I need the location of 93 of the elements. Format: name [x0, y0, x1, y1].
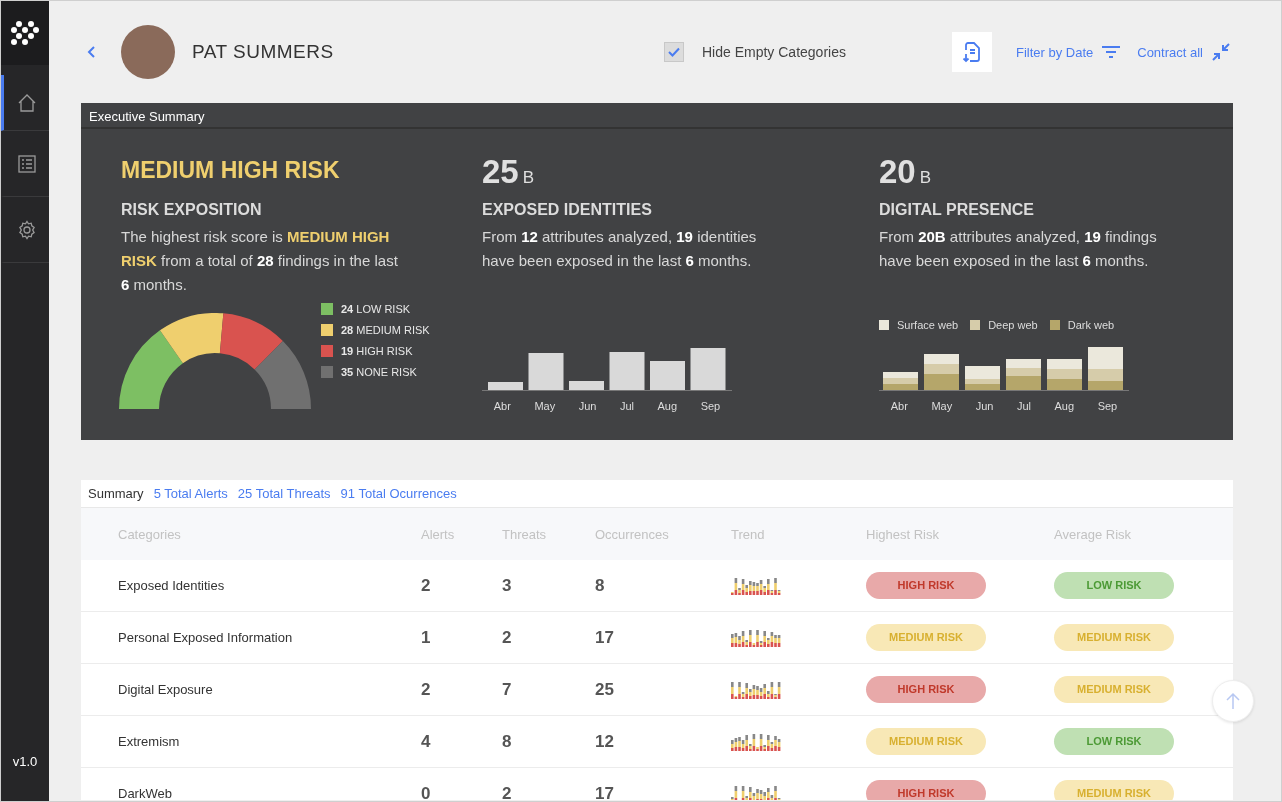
month-label: Aug [1054, 400, 1075, 412]
month-label: May [931, 400, 953, 412]
alerts-cell-text: 1 [421, 627, 432, 648]
checkmark-icon [668, 47, 680, 57]
risk-badge: MEDIUM RISK [866, 728, 986, 755]
month-label: Jul [1016, 400, 1031, 412]
occurrences-cell-text: 17 [595, 783, 615, 800]
category-cell-text: Extremism [118, 734, 181, 749]
arrow-up-icon [1225, 692, 1241, 710]
back-icon [87, 45, 97, 59]
risk-badge: MEDIUM RISK [1054, 624, 1174, 651]
month-label: Jul [619, 400, 634, 412]
risk-badge: LOW RISK [1054, 572, 1174, 599]
column-header: Categories [118, 526, 182, 542]
risk-badge: HIGH RISK [866, 780, 986, 800]
risk-badge: LOW RISK [1054, 728, 1174, 755]
month-label: May [534, 400, 556, 412]
contract-arrows-icon [1211, 42, 1231, 62]
alerts-cell-text: 2 [421, 679, 432, 700]
risk-badge: HIGH RISK [866, 676, 986, 703]
trend-sparkline-drawing [731, 680, 781, 699]
category-cell-text: DarkWeb [118, 786, 173, 800]
threats-cell-text: 7 [502, 679, 513, 700]
presence-description: From 20B attributes analyzed, 19 findings have been exposed in the last 6 months. [879, 227, 1158, 271]
legend-label: 28 MEDIUM RISK [341, 324, 430, 336]
legend-label: Dark web [1067, 319, 1115, 331]
summary-tab[interactable]: 5 Total Alerts [153, 486, 228, 501]
category-cell-text: Digital Exposure [118, 682, 214, 697]
summary-tab[interactable]: 25 Total Threats [237, 486, 331, 501]
filter-icon [1101, 45, 1122, 59]
identities-description: From 12 attributes analyzed, 19 identities have been exposed in the last 6 months. [482, 227, 758, 271]
trend-sparkline-drawing [731, 628, 781, 647]
legend-label: 35 NONE RISK [341, 366, 417, 378]
alerts-cell-text: 2 [421, 575, 432, 596]
month-label: Jun [975, 400, 994, 412]
risk-badge: HIGH RISK [866, 572, 986, 599]
section-heading: DIGITAL PRESENCE [879, 201, 1035, 219]
column-header: Occurrences [595, 526, 670, 542]
trend-sparkline-drawing [731, 732, 781, 751]
summary-tab[interactable]: 91 Total Ocurrences [340, 486, 457, 501]
home-icon [16, 92, 37, 113]
panel-title: Executive Summary [81, 103, 1233, 129]
column-header: Average Risk [1054, 526, 1133, 542]
month-label: Sep [700, 400, 721, 412]
risk-badge: MEDIUM RISK [1054, 676, 1174, 703]
trend-sparkline-drawing [731, 576, 781, 595]
avatar-placeholder [121, 25, 175, 79]
column-header: Highest Risk [866, 526, 940, 542]
occurrences-cell-text: 12 [595, 731, 615, 752]
column-header: Threats [502, 526, 548, 542]
identities-value: 25 B [482, 153, 536, 192]
legend-label: Deep web [988, 319, 1038, 331]
checkbox-label: Hide Empty Categories [702, 44, 846, 60]
threats-cell-text: 2 [502, 627, 513, 648]
document-download-icon [961, 41, 982, 63]
month-label: Abr [493, 400, 511, 412]
occurrences-cell-text: 8 [595, 575, 606, 596]
document-download-button[interactable] [951, 32, 992, 72]
profile-name: PAT SUMMERS [192, 41, 334, 63]
summary-tab[interactable]: Summary [88, 486, 144, 501]
occurrences-cell-text: 25 [595, 679, 615, 700]
column-header: Trend [731, 526, 766, 542]
threats-cell-text: 8 [502, 731, 513, 752]
risk-badge: MEDIUM RISK [866, 624, 986, 651]
checkbox[interactable] [664, 42, 684, 62]
section-heading: EXPOSED IDENTITIES [482, 201, 653, 219]
risk-badge: MEDIUM RISK [1054, 780, 1174, 800]
contract-all-button[interactable]: Contract all [1137, 42, 1231, 62]
trend-sparkline-drawing [731, 784, 781, 800]
section-heading: RISK EXPOSITION [121, 201, 263, 219]
risk-level-title: MEDIUM HIGH RISK [121, 157, 341, 185]
category-cell-text: Exposed Identities [118, 578, 226, 593]
threats-cell-text: 2 [502, 783, 513, 800]
category-cell-text: Personal Exposed Information [118, 630, 294, 645]
alerts-cell-text: 4 [421, 731, 432, 752]
occurrences-cell-text: 17 [595, 627, 615, 648]
month-label: Abr [890, 400, 908, 412]
presence-value: 20 B [879, 153, 933, 192]
legend-label: 19 HIGH RISK [341, 345, 413, 357]
month-label: Sep [1097, 400, 1118, 412]
alerts-cell-text: 0 [421, 783, 432, 800]
month-label: Aug [657, 400, 678, 412]
column-header: Alerts [421, 526, 456, 542]
version-label: v1.0 [11, 754, 39, 769]
risk-description: The highest risk score is MEDIUM HIGH RISK from a total of 28 findings in the last 6 months. [121, 227, 399, 295]
settings-icon [16, 219, 37, 240]
list-icon [16, 153, 37, 174]
filter-by-date-button[interactable]: Filter by Date [1015, 44, 1122, 60]
legend-label: Surface web [897, 319, 959, 331]
threats-cell-text: 3 [502, 575, 513, 596]
home-button[interactable] [1, 75, 49, 131]
legend-label: 24 LOW RISK [341, 303, 411, 315]
month-label: Jun [578, 400, 597, 412]
